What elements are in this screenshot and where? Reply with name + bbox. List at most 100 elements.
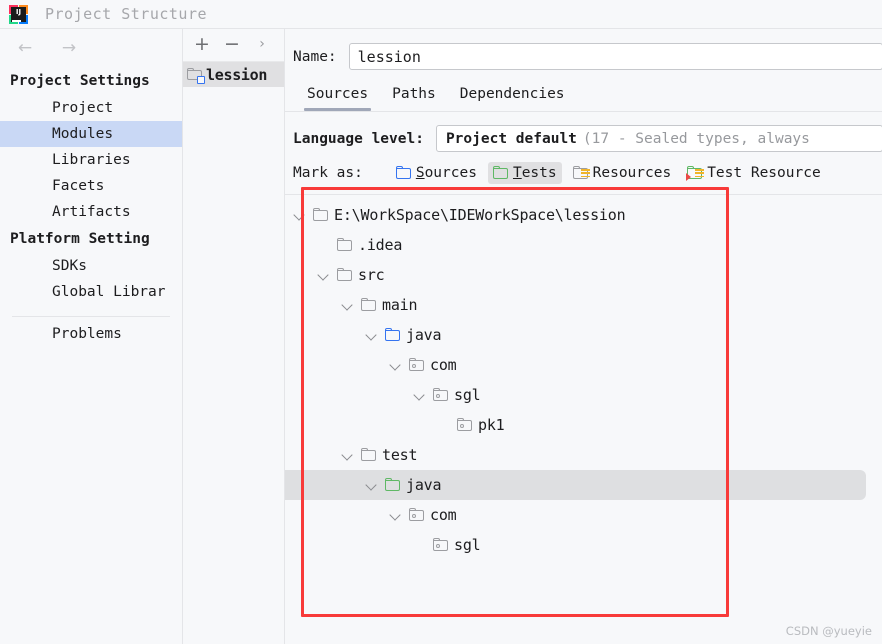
mark-as-resources-label: Resources bbox=[592, 165, 672, 181]
sidebar-item-project[interactable]: Project bbox=[0, 95, 182, 121]
folder-blue-icon bbox=[385, 328, 401, 342]
folder-icon bbox=[361, 298, 377, 312]
tab-sources[interactable]: Sources bbox=[295, 84, 380, 111]
chevron-placeholder-icon bbox=[437, 418, 451, 432]
intellij-idea-logo-icon: IJ bbox=[8, 4, 29, 25]
tree-row-selected[interactable]: java bbox=[285, 470, 866, 500]
sidebar-item-modules[interactable]: Modules bbox=[0, 121, 182, 147]
folder-icon bbox=[337, 238, 353, 252]
nav-history-controls: ← → bbox=[0, 29, 182, 67]
chevron-down-icon[interactable] bbox=[293, 208, 307, 222]
nav-group-title: Project Settings bbox=[10, 73, 150, 89]
more-options-chevron-icon[interactable]: › bbox=[247, 32, 277, 58]
back-arrow-icon[interactable]: ← bbox=[14, 37, 36, 59]
resources-folder-icon bbox=[572, 166, 590, 180]
settings-sidebar: ← → Project Settings Project Modules Lib… bbox=[0, 29, 183, 644]
mark-as-sources-label: ources bbox=[424, 165, 477, 181]
watermark: CSDN @yueyie bbox=[785, 624, 872, 638]
mark-as-sources-mnemonic: S bbox=[415, 165, 425, 181]
tree-row[interactable]: .idea bbox=[285, 230, 882, 260]
tree-row[interactable]: test bbox=[285, 440, 882, 470]
mark-as-resources-button[interactable]: Resources bbox=[568, 162, 677, 184]
sidebar-item-problems[interactable]: Problems bbox=[0, 317, 182, 347]
tree-item-label: java bbox=[406, 326, 442, 344]
tab-dependencies[interactable]: Dependencies bbox=[448, 84, 577, 111]
module-name-input[interactable]: lession bbox=[348, 43, 882, 70]
tree-item-label: pk1 bbox=[478, 416, 505, 434]
test-resources-folder-icon bbox=[686, 166, 705, 181]
add-module-button[interactable]: + bbox=[187, 32, 217, 58]
nav-group-project-settings: Project Settings Project Modules Librari… bbox=[0, 67, 182, 225]
language-level-row: Language level: Project default (17 - Se… bbox=[285, 112, 882, 152]
package-icon bbox=[433, 388, 449, 402]
module-name-row: Name: lession bbox=[285, 29, 882, 70]
mark-as-test-resources-label: Test Resource bbox=[707, 165, 821, 181]
folder-green-icon bbox=[385, 478, 401, 492]
language-level-detail: (17 - Sealed types, always bbox=[582, 130, 810, 147]
package-icon bbox=[433, 538, 449, 552]
sidebar-item-facets[interactable]: Facets bbox=[0, 173, 182, 199]
chevron-down-icon[interactable] bbox=[389, 358, 403, 372]
tree-item-label: java bbox=[406, 476, 442, 494]
folder-icon bbox=[313, 208, 329, 222]
module-folder-icon bbox=[187, 67, 205, 84]
sidebar-item-global-libraries[interactable]: Global Librar bbox=[0, 279, 182, 305]
folder-icon bbox=[337, 268, 353, 282]
module-list-item-label: lession bbox=[206, 65, 268, 84]
tree-row[interactable]: com bbox=[285, 500, 882, 530]
mark-as-tests-button[interactable]: Tests bbox=[487, 162, 562, 184]
chevron-down-icon[interactable] bbox=[389, 508, 403, 522]
tab-paths[interactable]: Paths bbox=[380, 84, 448, 111]
chevron-down-icon[interactable] bbox=[341, 448, 355, 462]
tree-row[interactable]: main bbox=[285, 290, 882, 320]
tree-row[interactable]: src bbox=[285, 260, 882, 290]
tree-item-label: src bbox=[358, 266, 385, 284]
chevron-down-icon[interactable] bbox=[413, 388, 427, 402]
sidebar-item-sdks[interactable]: SDKs bbox=[0, 253, 182, 279]
chevron-down-icon[interactable] bbox=[341, 298, 355, 312]
window-titlebar: IJ Project Structure bbox=[0, 0, 882, 29]
chevron-placeholder-icon bbox=[413, 538, 427, 552]
chevron-down-icon[interactable] bbox=[317, 268, 331, 282]
mark-as-tests-mnemonic: T bbox=[512, 165, 522, 181]
forward-arrow-icon[interactable]: → bbox=[58, 37, 80, 59]
nav-group-title: Platform Setting bbox=[10, 231, 150, 247]
language-level-select[interactable]: Project default (17 - Sealed types, alwa… bbox=[435, 125, 882, 152]
folder-green-icon bbox=[492, 166, 509, 180]
remove-module-button[interactable]: − bbox=[217, 32, 247, 58]
tree-item-label: E:\WorkSpace\IDEWorkSpace\lession bbox=[334, 206, 626, 224]
package-icon bbox=[457, 418, 473, 432]
chevron-down-icon[interactable] bbox=[365, 478, 379, 492]
tree-item-label: sgl bbox=[454, 386, 481, 404]
tree-row[interactable]: E:\WorkSpace\IDEWorkSpace\lession bbox=[285, 200, 882, 230]
folder-blue-icon bbox=[395, 166, 412, 180]
tree-item-label: main bbox=[382, 296, 418, 314]
tree-item-label: com bbox=[430, 506, 457, 524]
tree-item-label: .idea bbox=[358, 236, 403, 254]
settings-tabs: Sources Paths Dependencies bbox=[285, 84, 882, 111]
package-icon bbox=[409, 358, 425, 372]
sidebar-item-libraries[interactable]: Libraries bbox=[0, 147, 182, 173]
package-icon bbox=[409, 508, 425, 522]
language-level-label: Language level: bbox=[293, 130, 424, 147]
modules-toolbar: + − › bbox=[183, 29, 284, 62]
sidebar-item-artifacts[interactable]: Artifacts bbox=[0, 199, 182, 225]
tree-row[interactable]: com bbox=[285, 350, 882, 380]
tree-row[interactable]: java bbox=[285, 320, 882, 350]
nav-group-platform-settings: Platform Setting SDKs Global Librar bbox=[0, 225, 182, 305]
chevron-down-icon[interactable] bbox=[365, 328, 379, 342]
modules-list-panel: + − › lession bbox=[183, 29, 285, 644]
tree-row[interactable]: pk1 bbox=[285, 410, 882, 440]
tree-item-label: sgl bbox=[454, 536, 481, 554]
tree-row[interactable]: sgl bbox=[285, 530, 882, 560]
tree-row[interactable]: sgl bbox=[285, 380, 882, 410]
module-list-item-lession[interactable]: lession bbox=[183, 62, 284, 87]
mark-as-tests-label: ests bbox=[521, 165, 557, 181]
window-title: Project Structure bbox=[45, 5, 208, 23]
mark-as-test-resources-button[interactable]: Test Resource bbox=[682, 162, 826, 184]
mark-as-sources-button[interactable]: Sources bbox=[391, 162, 482, 184]
tree-item-label: com bbox=[430, 356, 457, 374]
folder-icon bbox=[361, 448, 377, 462]
module-settings-pane: Name: lession Sources Paths Dependencies… bbox=[285, 29, 882, 644]
mark-as-label: Mark as: bbox=[293, 165, 363, 181]
